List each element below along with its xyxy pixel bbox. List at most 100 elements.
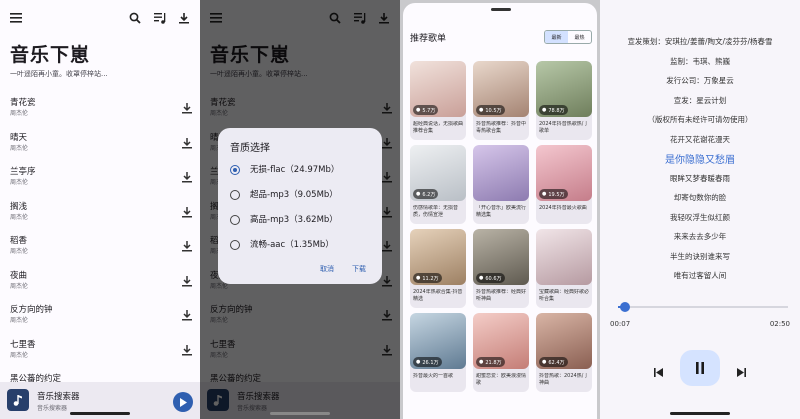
playlist-cover: [536, 229, 592, 285]
playlist-title: 抖音热歌：2024热门神曲: [539, 373, 587, 386]
headphones-icon: ●: [542, 359, 547, 365]
app-title: 音乐下崽: [10, 44, 91, 66]
download-icon[interactable]: [182, 341, 192, 360]
playlist-title: 超经典说话，无损歌曲推荐合集: [413, 121, 464, 134]
radio-icon[interactable]: [230, 215, 240, 225]
quality-option[interactable]: 超品-mp3（9.05Mb）: [230, 187, 380, 203]
playlist-card[interactable]: ● 78.8万 2024年抖音热歌热门歌单: [536, 61, 592, 140]
previous-icon[interactable]: [654, 362, 663, 381]
download-icon[interactable]: [182, 168, 192, 187]
sheet-title: 推荐歌单: [410, 34, 447, 44]
headphones-icon: ●: [479, 107, 484, 113]
lyric-line[interactable]: 唯有过客留人间: [600, 270, 800, 281]
top-app-bar: [0, 10, 200, 28]
song-title: 兰亭序: [10, 167, 36, 177]
app-subtitle: 一叶遥陌再小童。收罩停梓站...: [10, 70, 108, 78]
segment-latest[interactable]: 最新: [545, 31, 568, 43]
segment-hottest[interactable]: 最热: [568, 31, 591, 43]
radio-icon[interactable]: [230, 240, 240, 250]
play-count-badge: ● 62.4万: [539, 357, 568, 367]
next-icon[interactable]: [737, 362, 746, 381]
playlist-card[interactable]: ● 6.2万 伤感情歌单：无损音质，伤情宣泄: [410, 145, 466, 224]
song-item[interactable]: 晴天周杰伦: [0, 129, 200, 164]
pause-button[interactable]: [680, 350, 720, 386]
drag-handle[interactable]: [491, 8, 511, 11]
playlist-title: 伤感情歌单：无损音质，伤情宣泄: [413, 205, 459, 218]
headphones-icon: ●: [542, 107, 547, 113]
lyric-line[interactable]: 宣发策划：安琪拉/姜蕾/陶文/凌芬芬/杨春雪: [600, 36, 800, 47]
playlist-card[interactable]: ● 62.4万抖音热歌：2024热门神曲: [536, 313, 592, 392]
song-artist: 周杰伦: [10, 317, 29, 324]
dialog-title: 音质选择: [230, 143, 270, 154]
playlist-card[interactable]: ● 21.8万 甜蜜恋爱：欧美浪漫情歌: [473, 313, 529, 392]
download-icon[interactable]: [182, 272, 192, 291]
queue-music-icon[interactable]: [152, 10, 168, 26]
song-item[interactable]: 夜曲周杰伦: [0, 267, 200, 302]
song-artist: 周杰伦: [10, 179, 29, 186]
quality-option[interactable]: 高品-mp3（3.62Mb）: [230, 212, 380, 228]
playlist-card[interactable]: ● 26.1万 抖音最火的一首歌: [410, 313, 466, 392]
seek-thumb[interactable]: [619, 302, 630, 312]
headphones-icon: ●: [479, 359, 484, 365]
playlist-title: 2024年抖音最火歌曲: [539, 205, 587, 211]
lyric-line[interactable]: 来来去去多少年: [600, 231, 800, 242]
search-icon[interactable]: [127, 10, 143, 26]
lyric-line[interactable]: 监制：韦琪、熊巍: [600, 56, 800, 67]
lyric-line[interactable]: 眼眸又梦春暖春雨: [600, 173, 800, 184]
song-item[interactable]: 搁浅周杰伦: [0, 198, 200, 233]
playlist-title: 2024年抖音热歌热门歌单: [539, 121, 587, 134]
play-count-badge: ● 60.6万: [476, 273, 505, 283]
pause-icon: [696, 362, 704, 374]
lyric-line[interactable]: 花开又花谢花漫天: [600, 134, 800, 145]
lyric-line[interactable]: 我轻叹浮生似红颜: [600, 212, 800, 223]
headphones-icon: ●: [416, 107, 421, 113]
playlist-title: 宝藏歌曲：经典好歌必听合集: [539, 289, 590, 302]
download-icon[interactable]: [182, 306, 192, 325]
playlist-card[interactable]: 宝藏歌曲：经典好歌必听合集: [536, 229, 592, 308]
quality-option[interactable]: 无损-flac（24.97Mb）: [230, 162, 380, 178]
download-button[interactable]: 下载: [352, 264, 366, 274]
song-item[interactable]: 稻香周杰伦: [0, 232, 200, 267]
lyric-line[interactable]: 发行公司：万象星云: [600, 75, 800, 86]
song-item[interactable]: 七里香周杰伦: [0, 336, 200, 371]
seek-bar[interactable]: [618, 302, 788, 312]
playlist-card[interactable]: ● 5.7万超经典说话，无损歌曲推荐合集: [410, 61, 466, 140]
sort-segmented-control: 最新 最热: [544, 30, 592, 44]
radio-selected-icon[interactable]: [230, 165, 240, 175]
lyric-line[interactable]: 半生的诀别谁来写: [600, 251, 800, 262]
play-count-badge: ● 5.7万: [413, 105, 439, 115]
song-list: 青花瓷周杰伦 晴天周杰伦 兰亭序周杰伦 搁浅周杰伦 稻香周杰伦 夜曲周杰伦 反方…: [0, 94, 200, 405]
lyric-line[interactable]: 宣发：星云计划: [600, 95, 800, 106]
playlist-card[interactable]: ● 19.5万 2024年抖音最火歌曲: [536, 145, 592, 224]
song-item[interactable]: 反方向的钟周杰伦: [0, 301, 200, 336]
song-artist: 周杰伦: [10, 248, 29, 255]
playlist-card[interactable]: ● 11.2万 2024年热歌合集·抖音精选: [410, 229, 466, 308]
quality-option-label: 流畅-aac（1.35Mb）: [250, 240, 334, 250]
headphones-icon: ●: [542, 191, 547, 197]
playlist-card[interactable]: ● 60.6万 抖音热歌推荐：经典好听神曲: [473, 229, 529, 308]
radio-icon[interactable]: [230, 190, 240, 200]
playlist-card[interactable]: ● 10.5万 抖音热歌推荐：抖音中毒热歌合集: [473, 61, 529, 140]
song-title: 搁浅: [10, 201, 28, 212]
download-icon[interactable]: [182, 134, 192, 153]
play-button[interactable]: [173, 392, 193, 412]
download-icon[interactable]: [176, 10, 192, 26]
playlist-card[interactable]: 「开心音乐」欧美流行精选集: [473, 145, 529, 224]
cancel-button[interactable]: 取消: [320, 264, 334, 274]
song-list-screen: 音乐下崽 一叶遥陌再小童。收罩停梓站... 青花瓷 周杰伦 晴天 周杰伦 兰亭序周杰…: [0, 0, 200, 419]
headphones-icon: ●: [416, 191, 421, 197]
playlist-title: 抖音热歌推荐：抖音中毒热歌合集: [476, 121, 527, 134]
lyric-line-current[interactable]: 是你隐隐又愁眉: [600, 151, 800, 166]
download-icon[interactable]: [182, 99, 192, 118]
playlist-title: 甜蜜恋爱：欧美浪漫情歌: [476, 373, 527, 386]
music-note-icon: [7, 389, 29, 411]
lyric-line[interactable]: （版权所有未经许可请勿使用）: [600, 114, 800, 125]
quality-dialog-screen: 音乐下崽 一叶遥陌再小童。收罩停梓站... 青花瓷周杰伦 晴天周杰伦 兰亭序周杰…: [200, 0, 400, 419]
download-icon[interactable]: [182, 237, 192, 256]
download-icon[interactable]: [182, 203, 192, 222]
menu-icon[interactable]: [8, 10, 24, 26]
song-item[interactable]: 青花瓷周杰伦: [0, 94, 200, 129]
song-item[interactable]: 兰亭序周杰伦: [0, 163, 200, 198]
quality-option[interactable]: 流畅-aac（1.35Mb）: [230, 237, 380, 253]
lyric-line[interactable]: 却寄句数你的脸: [600, 192, 800, 203]
